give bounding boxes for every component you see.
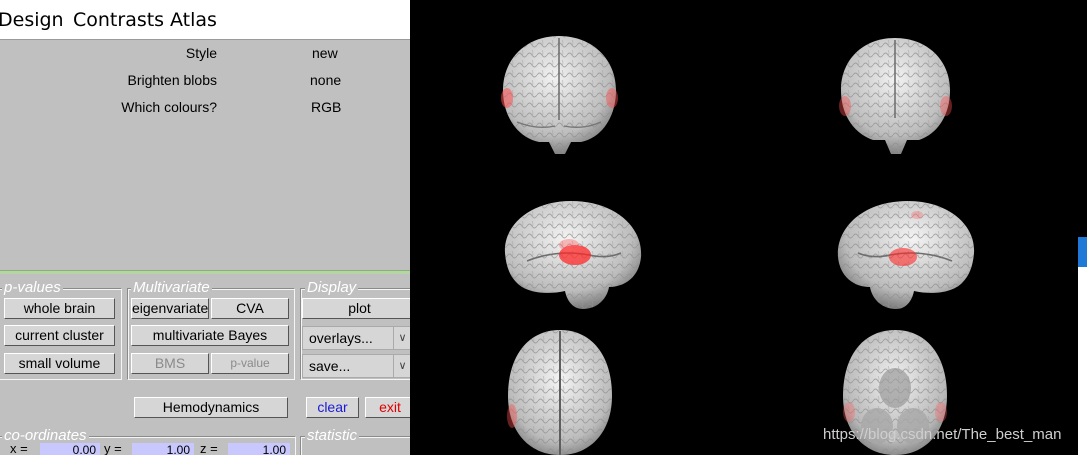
y-coord-label: y = bbox=[104, 441, 122, 455]
cva-button[interactable]: CVA bbox=[211, 298, 289, 319]
chevron-down-icon[interactable]: ∨ bbox=[393, 327, 410, 349]
watermark: https://blog.csdn.net/The_best_man bbox=[823, 426, 1062, 443]
menu-design[interactable]: Design bbox=[0, 9, 64, 31]
menu-bar: Design Contrasts Atlas bbox=[0, 0, 410, 40]
hemodynamics-button[interactable]: Hemodynamics bbox=[134, 397, 288, 418]
option-brighten-value[interactable]: none bbox=[310, 72, 341, 88]
chevron-down-icon[interactable]: ∨ bbox=[393, 355, 410, 377]
small-volume-button[interactable]: small volume bbox=[4, 353, 115, 374]
z-coord-label: z = bbox=[200, 441, 218, 455]
brain-view-right-lateral[interactable] bbox=[833, 191, 982, 314]
section-divider bbox=[0, 270, 410, 274]
x-coord-label: x = bbox=[10, 441, 28, 455]
eigenvariate-button[interactable]: eigenvariate bbox=[131, 298, 209, 319]
spm-results-panel: Design Contrasts Atlas Style new Brighte… bbox=[0, 0, 410, 455]
exit-button[interactable]: exit bbox=[365, 397, 410, 418]
y-coord-input[interactable]: 1.00 bbox=[132, 443, 194, 455]
x-coord-input[interactable]: 0.00 bbox=[40, 443, 100, 455]
menu-contrasts[interactable]: Contrasts bbox=[73, 9, 164, 31]
whole-brain-button[interactable]: whole brain bbox=[4, 298, 115, 319]
save-select-value: save... bbox=[309, 358, 351, 374]
bms-button[interactable]: BMS bbox=[131, 353, 209, 374]
pvalue-button[interactable]: p-value bbox=[211, 353, 289, 374]
brain-view-left-lateral[interactable] bbox=[497, 191, 648, 314]
multivariate-bayes-button[interactable]: multivariate Bayes bbox=[131, 325, 289, 346]
brain-view-posterior[interactable] bbox=[497, 30, 622, 154]
multivariate-group-title: Multivariate bbox=[131, 279, 212, 296]
menu-atlas[interactable]: Atlas bbox=[170, 9, 217, 31]
brain-view-anterior[interactable] bbox=[833, 30, 958, 154]
option-brighten-label: Brighten blobs bbox=[127, 72, 217, 88]
overlays-select-value: overlays... bbox=[309, 330, 373, 346]
current-cluster-button[interactable]: current cluster bbox=[4, 325, 115, 346]
statistic-group-title: statistic bbox=[305, 427, 360, 444]
pvalues-group-title: p-values bbox=[2, 279, 63, 296]
save-select[interactable]: save... ∨ bbox=[302, 354, 410, 378]
option-style-value[interactable]: new bbox=[312, 45, 338, 61]
background-window-edge-white bbox=[1078, 267, 1087, 455]
background-window-edge bbox=[1078, 237, 1087, 267]
z-coord-input[interactable]: 1.00 bbox=[228, 443, 290, 455]
display-group-title: Display bbox=[305, 279, 359, 296]
brain-view-superior[interactable] bbox=[498, 326, 622, 455]
plot-button[interactable]: plot bbox=[302, 298, 410, 319]
overlays-select[interactable]: overlays... ∨ bbox=[302, 326, 410, 350]
option-colours-value[interactable]: RGB bbox=[311, 99, 341, 115]
option-colours-label: Which colours? bbox=[121, 99, 217, 115]
clear-button[interactable]: clear bbox=[306, 397, 359, 418]
option-style-label: Style bbox=[185, 45, 217, 61]
